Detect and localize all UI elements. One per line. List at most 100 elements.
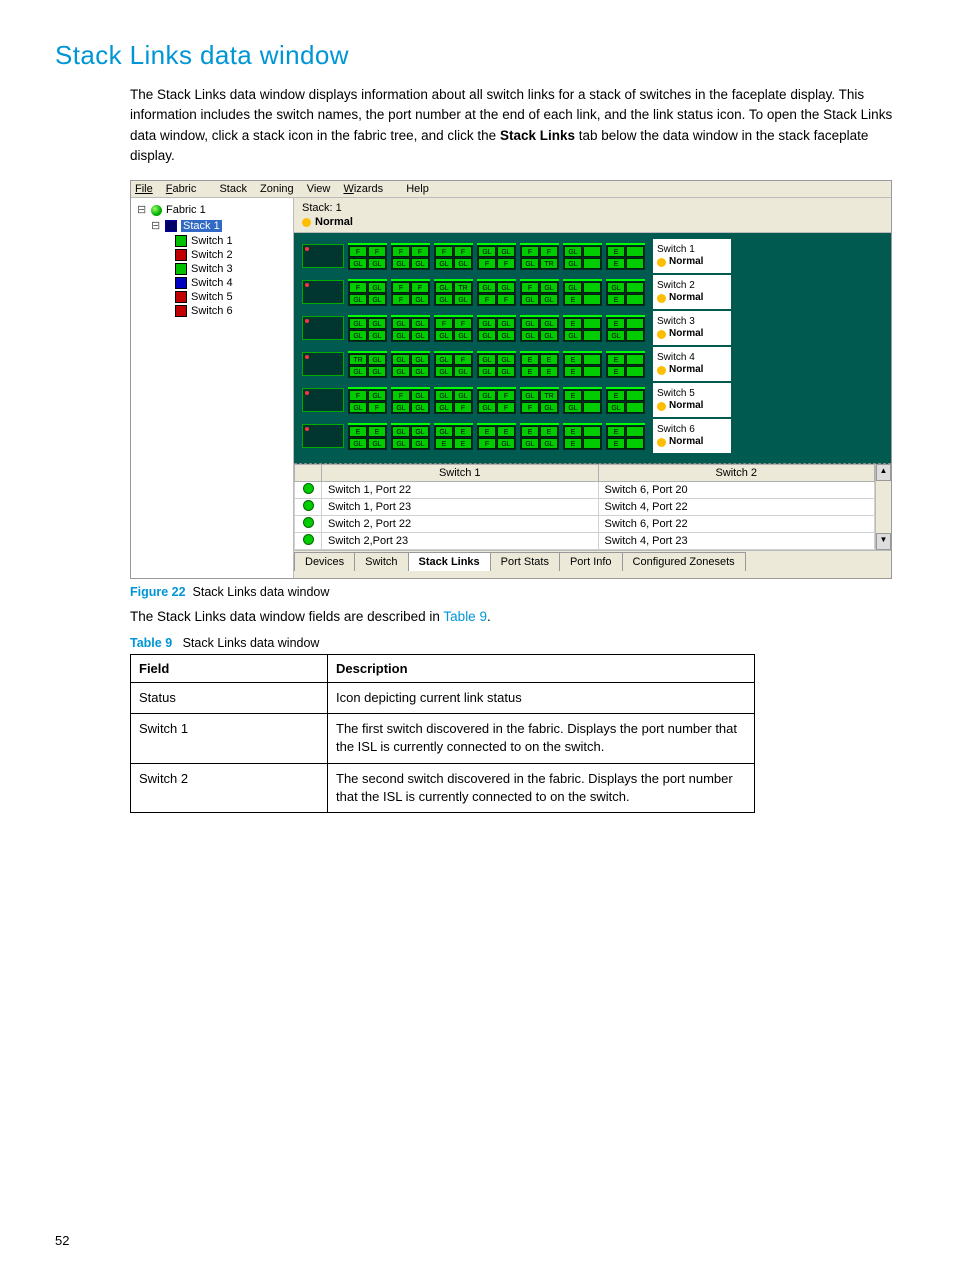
port-cell[interactable]: GL (411, 426, 429, 437)
port-cell[interactable]: F (521, 282, 539, 293)
port-cell[interactable]: GL (349, 330, 367, 341)
port-cell[interactable]: E (564, 438, 582, 449)
menu-view[interactable]: View (307, 183, 331, 195)
port-cell[interactable]: GL (392, 258, 410, 269)
port-cell[interactable]: E (607, 258, 625, 269)
scroll-down-icon[interactable]: ▼ (876, 533, 891, 550)
port-cell[interactable]: F (478, 258, 496, 269)
port-cell[interactable] (626, 402, 644, 413)
chassis-icon[interactable] (302, 352, 344, 376)
port-cell[interactable]: TR (454, 282, 472, 293)
port-cell[interactable]: GL (368, 438, 386, 449)
port-cell[interactable]: F (349, 246, 367, 257)
port-cell[interactable]: GL (564, 282, 582, 293)
chassis-icon[interactable] (302, 244, 344, 268)
port-cell[interactable]: GL (411, 330, 429, 341)
port-cell[interactable]: F (521, 402, 539, 413)
port-cell[interactable]: GL (411, 390, 429, 401)
port-cell[interactable] (626, 390, 644, 401)
port-cell[interactable]: GL (521, 438, 539, 449)
port-cell[interactable]: GL (607, 330, 625, 341)
table-scrollbar[interactable]: ▲ ▼ (875, 464, 891, 550)
port-cell[interactable] (583, 438, 601, 449)
port-cell[interactable]: GL (392, 354, 410, 365)
port-cell[interactable]: GL (497, 246, 515, 257)
port-cell[interactable]: E (607, 318, 625, 329)
port-cell[interactable]: E (607, 438, 625, 449)
port-cell[interactable]: F (454, 246, 472, 257)
port-cell[interactable]: GL (368, 318, 386, 329)
port-cell[interactable]: F (478, 438, 496, 449)
port-cell[interactable]: GL (564, 402, 582, 413)
port-cell[interactable]: GL (392, 318, 410, 329)
port-cell[interactable]: GL (454, 294, 472, 305)
port-cell[interactable]: GL (392, 426, 410, 437)
port-cell[interactable]: GL (411, 294, 429, 305)
tab-devices[interactable]: Devices (294, 552, 355, 571)
port-cell[interactable]: GL (349, 402, 367, 413)
port-cell[interactable]: GL (349, 366, 367, 377)
port-cell[interactable]: GL (435, 294, 453, 305)
port-cell[interactable]: TR (349, 354, 367, 365)
port-cell[interactable]: GL (478, 390, 496, 401)
port-cell[interactable]: GL (564, 258, 582, 269)
port-cell[interactable]: GL (435, 354, 453, 365)
port-cell[interactable]: GL (540, 294, 558, 305)
port-cell[interactable]: GL (368, 282, 386, 293)
port-cell[interactable]: E (564, 366, 582, 377)
port-cell[interactable]: GL (478, 246, 496, 257)
port-cell[interactable]: F (392, 294, 410, 305)
port-cell[interactable]: GL (349, 438, 367, 449)
links-col-switch2[interactable]: Switch 2 (598, 465, 875, 482)
port-cell[interactable]: GL (478, 402, 496, 413)
port-cell[interactable] (626, 366, 644, 377)
port-cell[interactable] (626, 330, 644, 341)
port-cell[interactable]: E (564, 390, 582, 401)
port-cell[interactable] (626, 426, 644, 437)
port-cell[interactable]: E (564, 318, 582, 329)
port-cell[interactable]: GL (411, 366, 429, 377)
port-cell[interactable]: GL (521, 258, 539, 269)
port-cell[interactable]: F (435, 318, 453, 329)
port-cell[interactable]: GL (497, 318, 515, 329)
port-cell[interactable]: GL (497, 354, 515, 365)
port-cell[interactable]: F (411, 246, 429, 257)
tree-switch-node[interactable]: Switch 2 (137, 248, 287, 262)
port-cell[interactable]: E (540, 426, 558, 437)
port-cell[interactable] (626, 282, 644, 293)
port-cell[interactable]: GL (411, 354, 429, 365)
port-cell[interactable]: E (540, 354, 558, 365)
port-cell[interactable]: E (607, 390, 625, 401)
port-cell[interactable]: F (478, 294, 496, 305)
port-cell[interactable]: GL (454, 366, 472, 377)
links-col-switch1[interactable]: Switch 1 (322, 465, 599, 482)
port-cell[interactable]: GL (540, 402, 558, 413)
port-cell[interactable]: GL (521, 294, 539, 305)
port-cell[interactable]: F (392, 246, 410, 257)
fabric-tree[interactable]: ⊟ Fabric 1 ⊟ Stack 1 Switch 1Switch 2Swi… (131, 198, 294, 578)
port-cell[interactable]: F (392, 282, 410, 293)
tree-switch-node[interactable]: Switch 1 (137, 234, 287, 248)
port-cell[interactable]: F (368, 402, 386, 413)
port-cell[interactable]: GL (411, 258, 429, 269)
port-cell[interactable]: E (540, 366, 558, 377)
port-cell[interactable]: GL (540, 318, 558, 329)
menu-fabric[interactable]: Fabric (166, 183, 207, 195)
port-cell[interactable]: GL (435, 258, 453, 269)
port-cell[interactable]: E (607, 366, 625, 377)
port-cell[interactable]: GL (392, 402, 410, 413)
port-cell[interactable]: F (411, 282, 429, 293)
port-cell[interactable]: GL (435, 390, 453, 401)
port-cell[interactable] (626, 258, 644, 269)
port-cell[interactable] (583, 282, 601, 293)
port-cell[interactable]: GL (435, 402, 453, 413)
port-cell[interactable] (626, 354, 644, 365)
port-cell[interactable]: E (564, 426, 582, 437)
port-cell[interactable]: F (435, 246, 453, 257)
port-cell[interactable]: GL (368, 258, 386, 269)
port-cell[interactable]: E (368, 426, 386, 437)
port-cell[interactable]: E (349, 426, 367, 437)
port-cell[interactable]: F (497, 390, 515, 401)
menu-zoning[interactable]: Zoning (260, 183, 294, 195)
port-cell[interactable]: GL (540, 438, 558, 449)
